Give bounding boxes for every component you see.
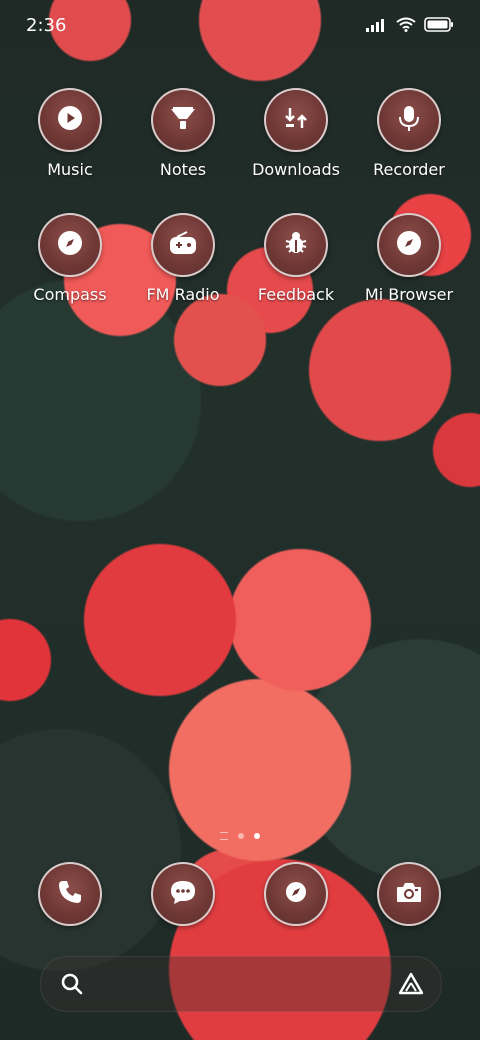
- app-label: Recorder: [373, 160, 445, 179]
- app-label: FM Radio: [146, 285, 220, 304]
- search-bar[interactable]: [40, 956, 442, 1012]
- app-fm-radio[interactable]: FM Radio: [133, 213, 233, 304]
- radio-icon: [169, 231, 197, 259]
- recorder-app-icon[interactable]: [377, 88, 441, 152]
- music-app-icon[interactable]: [38, 88, 102, 152]
- fm-radio-app-icon[interactable]: [151, 213, 215, 277]
- notes-app-icon[interactable]: [151, 88, 215, 152]
- browser-compass-icon: [396, 230, 422, 260]
- dock-phone[interactable]: [20, 862, 120, 926]
- bug-icon: [283, 230, 309, 260]
- page-indicator-menu: [220, 832, 228, 840]
- app-notes[interactable]: Notes: [133, 88, 233, 179]
- wifi-icon: [396, 16, 416, 37]
- app-mi-browser[interactable]: Mi Browser: [359, 213, 459, 304]
- signal-icon: [366, 16, 388, 37]
- status-icons: [366, 16, 454, 37]
- dock-browser[interactable]: [246, 862, 346, 926]
- phone-app-icon[interactable]: [38, 862, 102, 926]
- browser-app-icon[interactable]: [264, 862, 328, 926]
- compass-app-icon[interactable]: [38, 213, 102, 277]
- page-indicator[interactable]: [0, 830, 480, 842]
- app-label: Notes: [159, 160, 207, 179]
- status-bar: 2:36: [0, 0, 480, 50]
- app-label: Music: [47, 160, 93, 179]
- mi-browser-app-icon[interactable]: [377, 213, 441, 277]
- search-icon[interactable]: [59, 971, 85, 1001]
- browser-icon: [283, 879, 309, 909]
- compass-icon: [57, 230, 83, 260]
- downloads-app-icon[interactable]: [264, 88, 328, 152]
- microphone-icon: [396, 104, 422, 136]
- page-dot: [238, 833, 244, 839]
- messages-icon: [169, 879, 197, 909]
- app-label: Mi Browser: [364, 285, 454, 304]
- app-downloads[interactable]: Downloads: [246, 88, 346, 179]
- camera-icon: [395, 880, 423, 908]
- app-compass[interactable]: Compass: [20, 213, 120, 304]
- notes-icon: [169, 105, 197, 135]
- feedback-app-icon[interactable]: [264, 213, 328, 277]
- dock-camera[interactable]: [359, 862, 459, 926]
- app-music[interactable]: Music: [20, 88, 120, 179]
- page-dot-active: [254, 833, 260, 839]
- camera-app-icon[interactable]: [377, 862, 441, 926]
- battery-icon: [424, 16, 454, 37]
- messages-app-icon[interactable]: [151, 862, 215, 926]
- app-label: Downloads: [252, 160, 340, 179]
- phone-icon: [57, 879, 83, 909]
- status-time: 2:36: [26, 15, 67, 36]
- app-label: Compass: [33, 285, 107, 304]
- app-feedback[interactable]: Feedback: [246, 213, 346, 304]
- play-icon: [57, 105, 83, 135]
- downloads-icon: [283, 105, 309, 135]
- dock-messages[interactable]: [133, 862, 233, 926]
- app-label: Feedback: [257, 285, 335, 304]
- app-recorder[interactable]: Recorder: [359, 88, 459, 179]
- assistant-icon[interactable]: [397, 971, 425, 1001]
